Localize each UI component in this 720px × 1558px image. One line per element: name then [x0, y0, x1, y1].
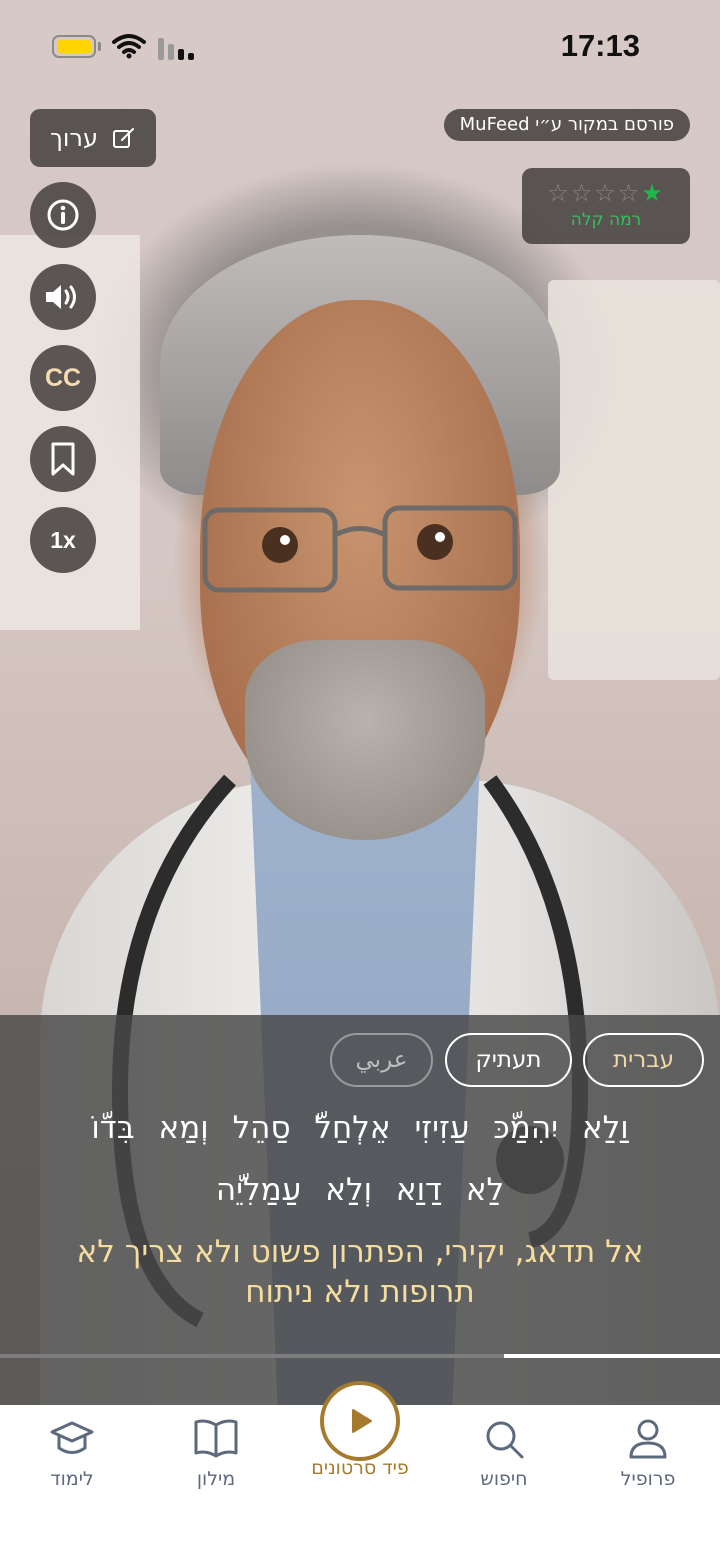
info-button[interactable] [30, 182, 96, 248]
tab-dictionary[interactable]: מילון [156, 1417, 276, 1490]
bottom-tab-bar: פרופיל חיפוש פיד סרטונים מילון לימוד [0, 1381, 720, 1558]
cellular-signal-icon [158, 36, 198, 60]
person-icon [629, 1419, 667, 1459]
tab-arabic[interactable]: عربي [330, 1033, 433, 1087]
play-icon [352, 1409, 372, 1433]
graduation-cap-icon [50, 1421, 94, 1454]
tab-transliteration[interactable]: תעתיק [445, 1033, 572, 1087]
captions-button[interactable]: CC [30, 345, 96, 411]
tab-dictionary-label: מילון [196, 1468, 236, 1490]
edit-button[interactable]: ערוך [30, 109, 156, 167]
star-empty-icon: ☆ [594, 179, 618, 207]
edit-icon [113, 128, 134, 148]
info-icon [47, 199, 79, 231]
tab-hebrew[interactable]: עברית [583, 1033, 704, 1087]
tab-learning-label: לימוד [50, 1468, 94, 1490]
video-progress-fill [504, 1354, 720, 1358]
level-label: רמה קלה [570, 210, 642, 230]
tab-search[interactable]: חיפוש [444, 1417, 564, 1490]
edit-label: ערוך [50, 124, 98, 152]
wifi-icon [112, 34, 146, 59]
status-bar: 17:13 [0, 0, 720, 96]
bookmark-button[interactable] [30, 426, 96, 492]
star-empty-icon: ☆ [547, 179, 571, 207]
tab-search-label: חיפוש [480, 1468, 528, 1490]
difficulty-level: ★☆☆☆☆ רמה קלה [522, 168, 690, 244]
play-feed-button[interactable] [320, 1381, 400, 1461]
cc-label: CC [44, 363, 82, 392]
clock: 17:13 [560, 28, 640, 63]
battery-tip [98, 42, 101, 51]
source-badge[interactable]: פורסם במקור ע״י MuFeed [443, 109, 690, 141]
tab-learning[interactable]: לימוד [12, 1417, 132, 1490]
battery-icon [52, 35, 96, 58]
tab-profile[interactable]: פרופיל [588, 1417, 708, 1490]
hebrew-translation: אל תדאג, יקירי, הפתרון פשוט ולא צריך לא … [76, 1234, 644, 1310]
video-progress-bar[interactable] [0, 1354, 720, 1358]
sound-button[interactable] [30, 264, 96, 330]
search-icon [486, 1421, 524, 1459]
star-filled-icon: ★ [641, 179, 665, 207]
tab-profile-label: פרופיל [620, 1468, 676, 1490]
star-empty-icon: ☆ [570, 179, 595, 207]
speed-label: 1x [50, 526, 76, 553]
transliteration-line-2[interactable]: לַא דַוַא וְלַא עַמַלִיֵّה [30, 1172, 690, 1208]
bookmark-icon [51, 442, 75, 476]
book-icon [194, 1419, 238, 1458]
glasses [202, 505, 518, 593]
speaker-icon [46, 285, 76, 309]
subtitle-language-tabs: עברית תעתיק عربي [330, 1033, 705, 1089]
star-empty-icon: ☆ [617, 179, 642, 207]
rating-stars: ★☆☆☆☆ [522, 180, 690, 206]
anatomy-poster [548, 280, 720, 680]
transliteration-line-1[interactable]: וַלַא יִהִמַّכּ עַזִיזִי אֵלְחַלّ סַהֵל … [30, 1110, 690, 1146]
playback-speed-button[interactable]: 1x [30, 507, 96, 573]
